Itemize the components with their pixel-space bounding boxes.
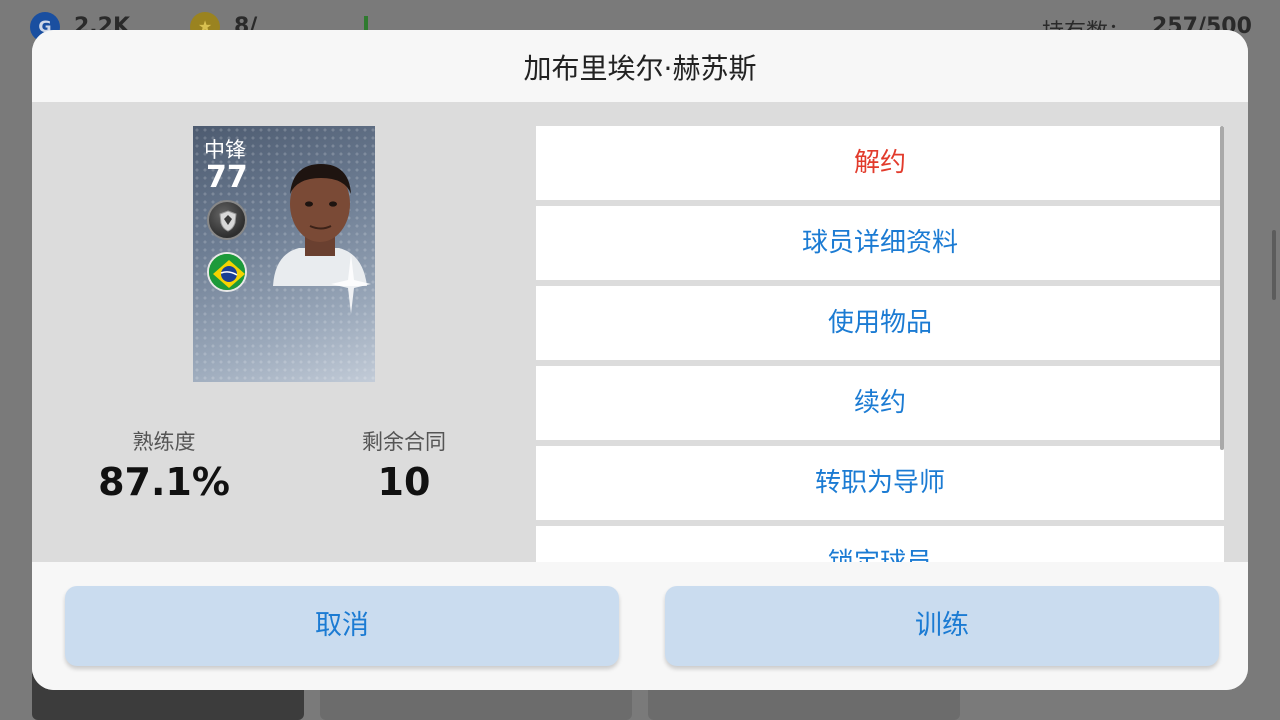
options-scrollbar[interactable] — [1220, 126, 1224, 450]
player-card: 中锋 77 — [193, 126, 375, 382]
player-rating: 77 — [206, 160, 248, 195]
contract-remaining-value: 10 — [377, 460, 431, 504]
card-shine-icon — [331, 254, 371, 314]
club-badge-icon — [207, 200, 247, 240]
convert-to-coach-option[interactable]: 转职为导师 — [536, 446, 1224, 520]
release-player-option[interactable]: 解约 — [536, 126, 1224, 200]
use-item-option[interactable]: 使用物品 — [536, 286, 1224, 360]
background-scroll-handle — [1272, 230, 1276, 300]
renew-contract-option[interactable]: 续约 — [536, 366, 1224, 440]
train-button[interactable]: 训练 — [665, 586, 1219, 666]
dialog-title: 加布里埃尔·赫苏斯 — [32, 30, 1248, 102]
cancel-button[interactable]: 取消 — [65, 586, 619, 666]
player-details-option[interactable]: 球员详细资料 — [536, 206, 1224, 280]
dialog-footer: 取消 训练 — [32, 562, 1248, 690]
contract-remaining-label: 剩余合同 — [362, 430, 446, 454]
player-options-list[interactable]: 解约 球员详细资料 使用物品 续约 转职为导师 锁定球员 — [536, 126, 1224, 562]
proficiency-label: 熟练度 — [132, 430, 196, 454]
lock-player-option[interactable]: 锁定球员 — [536, 526, 1224, 562]
proficiency-value: 87.1% — [98, 460, 230, 504]
dialog-body: 中锋 77 熟练度 87.1% 剩余合同 10 解约 球员详细资料 使用物品 续… — [32, 102, 1248, 562]
player-action-dialog: 加布里埃尔·赫苏斯 中锋 77 熟练度 87.1% 剩余合同 10 解约 球员详… — [32, 30, 1248, 690]
brazil-flag-icon — [207, 252, 247, 292]
